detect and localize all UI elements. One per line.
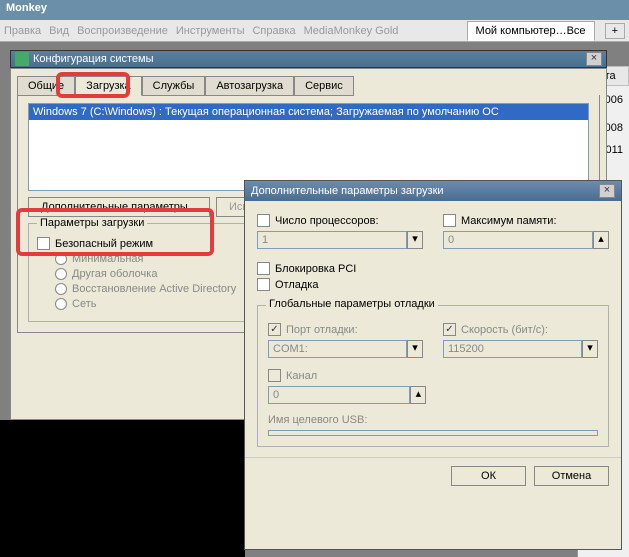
cancel-button[interactable]: Отмена (534, 466, 609, 486)
port-label: Порт отладки: (286, 324, 358, 336)
mem-label: Максимум памяти: (461, 215, 557, 227)
menu-playback[interactable]: Воспроизведение (77, 25, 168, 37)
radio-network-label: Сеть (72, 298, 96, 310)
debug-row[interactable]: Отладка (257, 278, 609, 291)
channel-value: 0 (268, 386, 410, 404)
chevron-down-icon: ▾ (407, 231, 423, 249)
pci-checkbox[interactable] (257, 262, 270, 275)
advanced-options-button[interactable]: Дополнительные параметры... (28, 197, 210, 217)
cpu-combo: 1 ▾ (257, 231, 423, 249)
chevron-down-icon: ▾ (582, 340, 598, 358)
radio-adrestore (55, 283, 67, 295)
mem-checkbox[interactable] (443, 214, 456, 227)
advboot-window: Дополнительные параметры загрузки × Числ… (244, 180, 622, 550)
add-tab-button[interactable]: + (605, 23, 625, 39)
mem-combo: 0 ▴ (443, 231, 609, 249)
mem-value: 0 (443, 231, 593, 249)
cpu-checkbox[interactable] (257, 214, 270, 227)
global-debug-group: Глобальные параметры отладки Порт отладк… (257, 305, 609, 447)
menu-tools[interactable]: Инструменты (176, 25, 245, 37)
usb-label: Имя целевого USB: (268, 414, 598, 426)
app-title: Monkey (6, 2, 47, 14)
app-tab-mycomputer[interactable]: Мой компьютер…Все (467, 21, 595, 41)
ok-button[interactable]: ОК (451, 466, 526, 486)
stepper-icon: ▴ (410, 386, 426, 404)
os-list[interactable]: Windows 7 (C:\Windows) : Текущая операци… (28, 103, 589, 191)
tab-general[interactable]: Общие (17, 76, 75, 96)
channel-combo: 0 ▴ (268, 386, 426, 404)
tab-startup[interactable]: Автозагрузка (205, 76, 294, 96)
msconfig-tabs: Общие Загрузка Службы Автозагрузка Серви… (11, 69, 606, 95)
menu-view[interactable]: Вид (49, 25, 69, 37)
cpu-row[interactable]: Число процессоров: (257, 214, 423, 227)
menu-gold[interactable]: MediaMonkey Gold (304, 25, 399, 37)
radio-adrestore-label: Восстановление Active Directory (72, 283, 236, 295)
tab-tools[interactable]: Сервис (294, 76, 354, 96)
cpu-value: 1 (257, 231, 407, 249)
port-checkbox (268, 323, 281, 336)
advboot-titlebar[interactable]: Дополнительные параметры загрузки × (245, 181, 621, 201)
speed-combo: 115200 ▾ (443, 340, 598, 358)
pci-label: Блокировка PCI (275, 263, 356, 275)
pci-row[interactable]: Блокировка PCI (257, 262, 609, 275)
channel-label: Канал (286, 370, 317, 382)
usb-input-wrap (268, 430, 598, 436)
port-value: COM1: (268, 340, 407, 358)
speed-label: Скорость (бит/с): (461, 324, 548, 336)
msconfig-title: Конфигурация системы (33, 53, 154, 65)
boot-options-label: Параметры загрузки (37, 217, 147, 229)
tab-services[interactable]: Службы (142, 76, 206, 96)
safe-mode-checkbox[interactable] (37, 237, 50, 250)
menu-bar: Правка Вид Воспроизведение Инструменты С… (0, 20, 629, 42)
channel-row: Канал (268, 369, 598, 382)
radio-minimal-label: Минимальная (72, 253, 144, 265)
cpu-label: Число процессоров: (275, 215, 379, 227)
debug-checkbox[interactable] (257, 278, 270, 291)
safe-mode-label: Безопасный режим (55, 238, 153, 250)
debug-label: Отладка (275, 279, 318, 291)
msconfig-close-button[interactable]: × (586, 52, 602, 66)
stepper-icon: ▴ (593, 231, 609, 249)
speed-row: Скорость (бит/с): (443, 323, 598, 336)
advboot-title-text: Дополнительные параметры загрузки (251, 185, 444, 197)
mem-row[interactable]: Максимум памяти: (443, 214, 609, 227)
chevron-down-icon: ▾ (407, 340, 423, 358)
tab-boot[interactable]: Загрузка (75, 76, 141, 96)
radio-altshell-label: Другая оболочка (72, 268, 157, 280)
usb-input (268, 430, 598, 436)
speed-value: 115200 (443, 340, 582, 358)
menu-help[interactable]: Справка (252, 25, 295, 37)
msconfig-icon (15, 52, 29, 66)
msconfig-titlebar[interactable]: Конфигурация системы × (10, 50, 607, 68)
radio-minimal (55, 253, 67, 265)
black-area (0, 420, 245, 557)
radio-network (55, 298, 67, 310)
advboot-close-button[interactable]: × (599, 184, 615, 198)
port-row: Порт отладки: (268, 323, 423, 336)
os-list-item[interactable]: Windows 7 (C:\Windows) : Текущая операци… (29, 104, 588, 120)
dialog-buttons: ОК Отмена (245, 457, 621, 494)
global-debug-label: Глобальные параметры отладки (266, 298, 438, 310)
port-combo: COM1: ▾ (268, 340, 423, 358)
app-title-bar: Monkey (0, 0, 629, 20)
menu-edit[interactable]: Правка (4, 25, 41, 37)
speed-checkbox (443, 323, 456, 336)
channel-checkbox (268, 369, 281, 382)
radio-altshell (55, 268, 67, 280)
